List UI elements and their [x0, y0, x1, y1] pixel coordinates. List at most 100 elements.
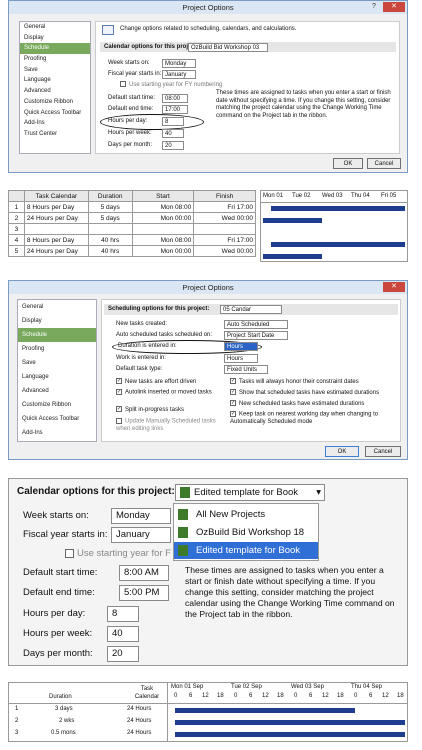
sidebar-item-language[interactable]: Language [20, 75, 90, 86]
cell-start[interactable]: Mon 00:00 [131, 245, 195, 257]
cell-start[interactable]: Mon 00:00 [131, 212, 195, 224]
sidebar-item-advanced[interactable]: Advanced [20, 86, 90, 97]
checkbox-box[interactable]: ✓ [230, 389, 236, 396]
gantt-bar[interactable] [263, 254, 322, 259]
task-type-select[interactable]: Fixed Units [224, 365, 268, 374]
cell-duration[interactable]: 0.5 mons [51, 729, 76, 738]
cell-duration[interactable] [87, 223, 133, 235]
sidebar-item-general[interactable]: General [18, 300, 96, 314]
sidebar-item-schedule[interactable]: Schedule [18, 328, 96, 342]
use-fy-check-box[interactable] [65, 548, 74, 558]
use-fy-check-box[interactable] [120, 81, 126, 88]
cell-calendar[interactable] [23, 223, 89, 235]
gantt-bar[interactable] [175, 720, 405, 725]
checkbox-box[interactable]: ✓ [230, 400, 236, 407]
cell-calendar[interactable]: 8 Hours per Day [23, 234, 89, 246]
checkbox-box[interactable]: ✓ [116, 389, 122, 395]
sidebar-item-save[interactable]: Save [18, 356, 96, 370]
cell-start[interactable]: Mon 08:00 [131, 201, 195, 213]
cell-duration[interactable]: 3 days [55, 705, 73, 714]
default-end-time-select[interactable]: 17:00 [162, 105, 188, 114]
checkbox-show-estimated[interactable]: ✓ Show that scheduled tasks have estimate… [230, 389, 379, 398]
calendar-project-select[interactable]: OzBuild Bid Workshop 03 [188, 43, 268, 52]
hours-per-day-input[interactable]: 8 [107, 606, 139, 622]
sidebar-item-trust-center[interactable]: Trust Center [20, 129, 90, 140]
cell-calendar[interactable]: 24 Hours per Day [23, 245, 89, 257]
cell-finish[interactable]: Wed 00:00 [193, 212, 256, 224]
hours-per-week-input[interactable]: 40 [162, 129, 184, 138]
sidebar-item-schedule[interactable]: Schedule [20, 43, 90, 55]
cell-start[interactable]: Mon 08:00 [131, 234, 195, 246]
hours-per-week-input[interactable]: 40 [107, 626, 139, 642]
checkbox-update-manual[interactable]: Update Manually Scheduled tasks when edi… [116, 418, 216, 433]
sidebar-item-addins[interactable]: Add-Ins [20, 118, 90, 129]
sidebar-item-customize-ribbon[interactable]: Customize Ribbon [18, 398, 96, 412]
table-row[interactable]: 18 Hours per Day 5 days Mon 08:00 Fri 17:00 [8, 201, 256, 213]
cell-calendar[interactable]: 24 Hours [127, 705, 151, 714]
table-row[interactable]: 2 24 Hours per Day 5 days Mon 00:00 Wed 00:0… [8, 212, 256, 224]
default-start-select[interactable]: 8:00 AM [119, 565, 169, 581]
new-tasks-select[interactable]: Auto Scheduled [224, 320, 288, 329]
hours-per-day-input[interactable]: 8 [162, 117, 184, 126]
cancel-button[interactable]: Cancel [367, 158, 401, 169]
cell-duration[interactable]: 40 hrs [87, 245, 133, 257]
sidebar-item-general[interactable]: General [20, 22, 90, 33]
checkbox-box[interactable]: ✓ [116, 406, 122, 413]
fiscal-year-select[interactable]: January [162, 70, 196, 79]
sidebar-item-quick-access[interactable]: Quick Access Toolbar [18, 412, 96, 426]
cell-start[interactable] [131, 223, 195, 235]
cell-calendar[interactable]: 24 Hours [127, 729, 151, 738]
checkbox-box[interactable]: ✓ [230, 411, 236, 417]
cell-duration[interactable]: 5 days [87, 201, 133, 213]
checkbox-box[interactable]: ✓ [230, 378, 236, 385]
fiscal-year-select[interactable]: January [111, 527, 171, 543]
table-row[interactable]: 3 [8, 223, 256, 235]
default-end-select[interactable]: 5:00 PM [119, 585, 169, 601]
scheduling-project-select[interactable]: 05 Candar [220, 305, 282, 314]
sidebar-item-customize-ribbon[interactable]: Customize Ribbon [20, 97, 90, 108]
gantt-bar[interactable] [271, 242, 405, 247]
cancel-button[interactable]: Cancel [365, 446, 401, 457]
cell-duration[interactable]: 2 wks [59, 717, 74, 726]
dropdown-option-selected[interactable]: Edited template for Book [174, 542, 318, 559]
week-starts-select[interactable]: Monday [111, 508, 171, 524]
auto-scheduled-select[interactable]: Project Start Date [224, 331, 288, 340]
checkbox-new-estimated[interactable]: ✓ New scheduled tasks have estimated dura… [230, 400, 364, 409]
ok-button[interactable]: OK [325, 446, 359, 457]
cell-duration[interactable]: 5 days [87, 212, 133, 224]
cell-finish[interactable]: Fri 17:00 [193, 201, 256, 213]
sidebar-item-quick-access[interactable]: Quick Access Toolbar [20, 108, 90, 119]
sidebar-item-proofing[interactable]: Proofing [18, 342, 96, 356]
dropdown-option[interactable]: All New Projects [174, 506, 318, 523]
sidebar-item-display[interactable]: Display [18, 314, 96, 328]
checkbox-split[interactable]: ✓ Split in-progress tasks [116, 406, 184, 415]
sidebar-item-advanced[interactable]: Advanced [18, 384, 96, 398]
work-entered-select[interactable]: Hours [224, 354, 258, 363]
use-fy-checkbox[interactable]: Use starting year for FY numbering [120, 81, 222, 90]
close-icon[interactable]: ✕ [383, 2, 405, 12]
dropdown-option[interactable]: OzBuild Bid Workshop 18 [174, 524, 318, 541]
cell-finish[interactable]: Wed 00:00 [193, 245, 256, 257]
sidebar-item-language[interactable]: Language [18, 370, 96, 384]
table-row[interactable]: 48 Hours per Day 40 hrs Mon 08:00 Fri 17:00 [8, 234, 256, 246]
week-starts-select[interactable]: Monday [162, 59, 196, 68]
sidebar-item-addins[interactable]: Add-Ins [18, 426, 96, 440]
cell-finish[interactable]: Fri 17:00 [193, 234, 256, 246]
checkbox-keep-working-day[interactable]: ✓ Keep task on nearest working day when c… [230, 411, 395, 426]
checkbox-box[interactable]: ✓ [116, 378, 122, 385]
table-row[interactable]: 5 24 Hours per Day 40 hrs Mon 00:00 Wed 00:0… [8, 245, 256, 257]
sidebar-item-save[interactable]: Save [20, 65, 90, 76]
ok-button[interactable]: OK [333, 158, 363, 169]
cell-duration[interactable]: 40 hrs [87, 234, 133, 246]
close-icon[interactable]: ✕ [383, 282, 405, 292]
days-per-month-input[interactable]: 20 [107, 646, 139, 662]
sidebar-item-proofing[interactable]: Proofing [20, 54, 90, 65]
cell-calendar[interactable]: 8 Hours per Day [23, 201, 89, 213]
cell-calendar[interactable]: 24 Hours per Day [23, 212, 89, 224]
duration-entered-select[interactable]: Hours [224, 342, 258, 351]
days-per-month-input[interactable]: 20 [162, 141, 184, 150]
checkbox-honor-constraints[interactable]: ✓ Tasks will always honor their constrain… [230, 378, 359, 387]
checkbox-autolink[interactable]: ✓ Autolink inserted or moved tasks [116, 389, 212, 397]
calendar-project-select[interactable]: Edited template for Book ▾ [175, 484, 325, 501]
sidebar-item-display[interactable]: Display [20, 33, 90, 44]
